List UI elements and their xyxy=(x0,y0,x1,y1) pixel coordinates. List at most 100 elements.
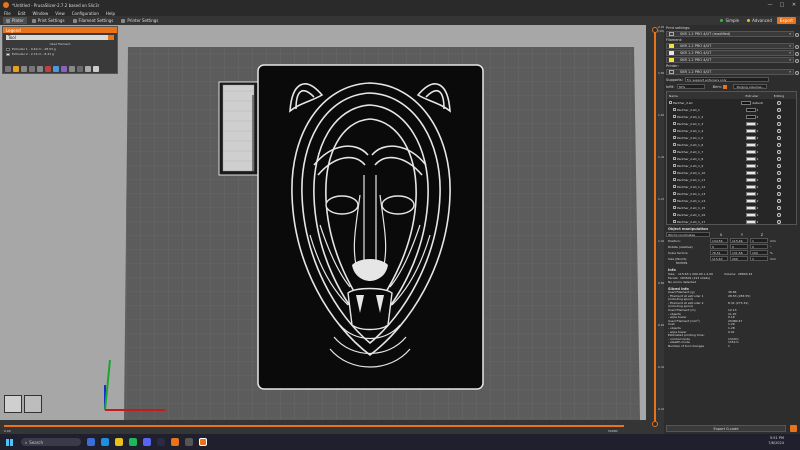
pause-icon[interactable] xyxy=(61,66,67,72)
extruder-value[interactable]: 2 xyxy=(757,171,759,175)
extruder-value[interactable]: 2 xyxy=(757,122,759,126)
extruder-value[interactable]: 2 xyxy=(757,178,759,182)
tab-printer-settings[interactable]: Printer Settings xyxy=(118,17,161,24)
export-button[interactable]: Export xyxy=(776,17,796,24)
manip-input[interactable]: 76.51 xyxy=(710,250,728,255)
scene-canvas[interactable] xyxy=(0,25,646,434)
print-profile-select[interactable]: SKR 1.2 PRO 4/UT (modified) ▾ xyxy=(666,31,799,37)
filament-select-3[interactable]: SKR 1.2 PRO 4/UT ▾ xyxy=(666,57,799,63)
taskbar-search[interactable]: ⌕ Search xyxy=(21,438,81,446)
manip-input[interactable]: 200 xyxy=(730,256,748,261)
edit-icon[interactable] xyxy=(777,198,781,203)
extruder-value[interactable]: 2 xyxy=(757,129,759,133)
edit-icon[interactable] xyxy=(777,170,781,175)
edit-icon[interactable] xyxy=(777,135,781,140)
gcode-slider[interactable]: 0.00 50080 xyxy=(0,420,646,434)
table-row[interactable]: Panther_2.stl_1_15 2 xyxy=(667,204,796,211)
extruder-value[interactable]: 2 xyxy=(757,185,759,189)
extruder-value[interactable]: 2 xyxy=(757,220,759,224)
manip-input[interactable]: 115.46 xyxy=(730,238,748,243)
extruder-value[interactable]: 2 xyxy=(757,213,759,217)
mode-simple-button[interactable]: Simple xyxy=(717,17,742,24)
edit-icon[interactable] xyxy=(777,121,781,126)
table-row[interactable]: Panther_2.stl_1_9 2 xyxy=(667,162,796,169)
travel-icon[interactable] xyxy=(5,66,11,72)
filament-select-2[interactable]: SKR 1.2 PRO 4/UT ▾ xyxy=(666,50,799,56)
table-row[interactable]: Panther_2.stl_1_3 2 xyxy=(667,120,796,127)
tool-marker-icon[interactable] xyxy=(85,66,91,72)
menu-file[interactable]: File xyxy=(4,11,11,16)
3d-viewport[interactable] xyxy=(0,25,646,434)
close-icon[interactable]: ✕ xyxy=(788,0,800,10)
infill-select[interactable]: 30% xyxy=(676,84,705,89)
table-row[interactable]: Panther_2.stl_1_4 2 xyxy=(667,127,796,134)
system-tray-clock[interactable]: 5:51 PM 7/8/2024 xyxy=(768,436,784,446)
custom-gcode-icon[interactable] xyxy=(69,66,75,72)
manip-input[interactable]: 0 xyxy=(710,244,728,249)
table-row[interactable]: Panther_2.stl_1_7 2 xyxy=(667,148,796,155)
table-row[interactable]: Panther_2.stl_1_17 2 xyxy=(667,218,796,224)
table-row[interactable]: Panther_2.stl_1_6 2 xyxy=(667,141,796,148)
extruder-value[interactable]: 2 xyxy=(757,157,759,161)
spotify-icon[interactable] xyxy=(129,438,137,446)
table-row[interactable]: Panther_2.stl_1 1 xyxy=(667,106,796,113)
edit-icon[interactable] xyxy=(777,205,781,210)
minimize-icon[interactable]: — xyxy=(764,0,776,10)
edit-icon[interactable] xyxy=(777,177,781,182)
deretraction-icon[interactable] xyxy=(29,66,35,72)
edit-icon[interactable] xyxy=(777,219,781,224)
3d-view-cube-icon[interactable] xyxy=(4,395,22,413)
view-type-select[interactable]: Tool xyxy=(6,35,114,40)
prusaslicer-taskbar-icon[interactable] xyxy=(199,438,207,446)
edit-icon[interactable] xyxy=(777,100,781,105)
edge-icon[interactable] xyxy=(101,438,109,446)
edit-icon[interactable] xyxy=(777,156,781,161)
gear-icon[interactable] xyxy=(795,71,799,75)
table-row[interactable]: Panther_2.stl_1_8 2 xyxy=(667,155,796,162)
manip-input[interactable]: 2 xyxy=(750,256,768,261)
tab-filament-settings[interactable]: Filament Settings xyxy=(70,17,117,24)
legend-header[interactable]: Legend xyxy=(3,27,117,33)
menu-edit[interactable]: Edit xyxy=(18,11,26,16)
extruder-value[interactable]: 2 xyxy=(757,164,759,168)
wipe-icon[interactable] xyxy=(13,66,19,72)
legend-toggle-icon[interactable] xyxy=(93,66,99,72)
edit-icon[interactable] xyxy=(777,212,781,217)
menu-help[interactable]: Help xyxy=(106,11,115,16)
manip-input[interactable]: 134.56 xyxy=(710,238,728,243)
send-to-printer-icon[interactable] xyxy=(790,425,797,432)
file-explorer-icon[interactable] xyxy=(115,438,123,446)
firefox-icon[interactable] xyxy=(171,438,179,446)
gear-icon[interactable] xyxy=(795,59,799,63)
table-row[interactable]: Panther_2.stl_1_10 2 xyxy=(667,169,796,176)
menu-window[interactable]: Window xyxy=(32,11,48,16)
seams-icon[interactable] xyxy=(37,66,43,72)
edit-icon[interactable] xyxy=(777,142,781,147)
mode-advanced-button[interactable]: Advanced xyxy=(744,17,775,24)
extruder-value[interactable]: 1 xyxy=(757,115,759,119)
tab-plater[interactable]: Plater xyxy=(3,17,27,24)
edit-icon[interactable] xyxy=(777,107,781,112)
table-row[interactable]: Panther_2.stl_1_13 2 xyxy=(667,190,796,197)
extruder-value[interactable]: 1 xyxy=(757,108,759,112)
color-change-icon[interactable] xyxy=(53,66,59,72)
retraction-icon[interactable] xyxy=(21,66,27,72)
taskbar-app-icon[interactable] xyxy=(185,438,193,446)
manip-input[interactable]: 0 xyxy=(730,244,748,249)
gear-icon[interactable] xyxy=(795,45,799,49)
coordinate-system-select[interactable]: World coordinates xyxy=(666,232,710,237)
table-row[interactable]: Panther_2.stl_1_14 2 xyxy=(667,197,796,204)
menu-view[interactable]: View xyxy=(55,11,65,16)
extruder-value[interactable]: 2 xyxy=(757,150,759,154)
edit-icon[interactable] xyxy=(777,163,781,168)
edit-icon[interactable] xyxy=(777,184,781,189)
extruder-value[interactable]: 2 xyxy=(757,143,759,147)
layer-slider-track[interactable] xyxy=(654,31,656,421)
gcode-slider-track[interactable] xyxy=(4,425,624,427)
table-row[interactable]: Panther_2.stl_1_16 2 xyxy=(667,211,796,218)
manip-input[interactable]: 1 xyxy=(750,238,768,243)
tool-change-icon[interactable] xyxy=(45,66,51,72)
printer-select[interactable]: SKR 1.2 PRO 4/UT ▾ xyxy=(666,69,799,75)
tab-print-settings[interactable]: Print Settings xyxy=(29,17,68,24)
table-row[interactable]: Panther_2.stl_1_12 2 xyxy=(667,183,796,190)
